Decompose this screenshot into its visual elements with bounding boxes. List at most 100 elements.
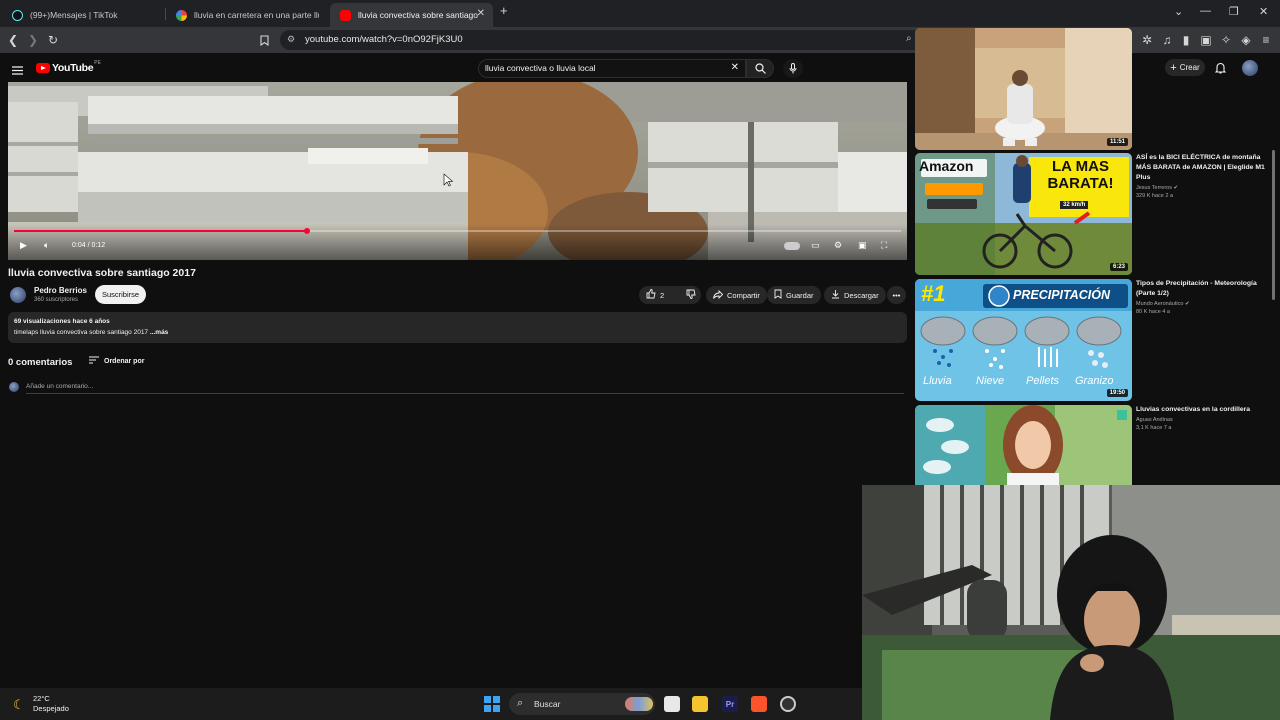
new-tab-button[interactable]: + bbox=[500, 3, 508, 18]
windows-start-icon[interactable] bbox=[484, 696, 500, 712]
tab-tiktok[interactable]: (99+)Mensajes | TikTok bbox=[2, 3, 164, 27]
duration-badge: 6:23 bbox=[1109, 263, 1128, 271]
search-icon bbox=[754, 63, 766, 74]
video-player[interactable]: ▶ 🔈︎ 0:04 / 0:12 ▭ ⚙ ▣ ⛶ bbox=[8, 82, 907, 260]
tab-google-search[interactable]: lluvia en carretera en una parte lluev bbox=[166, 3, 329, 27]
dislike-button[interactable] bbox=[679, 286, 703, 304]
account-avatar[interactable] bbox=[1242, 60, 1258, 76]
more-actions-button[interactable]: ••• bbox=[887, 286, 906, 304]
youtube-play-logo-icon bbox=[36, 63, 50, 73]
recommendation-title[interactable]: ASÍ es la BICI ELÉCTRICA de montaña MÁS … bbox=[1136, 153, 1266, 183]
recommendation-title[interactable]: Lluvias convectivas en la cordillera bbox=[1136, 405, 1266, 415]
thumbnail-label-granizo: Granizo bbox=[1075, 375, 1114, 387]
recommendation-item[interactable]: Amazon LA MAS BARATA! 32 km/h 6:23 ASÍ e… bbox=[915, 153, 1275, 275]
recommendation-thumbnail[interactable]: #1 PRECIPITACIÓN Lluvia Nieve Pellets Gr… bbox=[915, 279, 1132, 401]
recommendation-item[interactable]: Lluvias convectivas en la cordillera Agu… bbox=[915, 405, 1275, 485]
back-icon[interactable]: ❮ bbox=[5, 32, 21, 48]
moon-weather-icon[interactable]: ☾ bbox=[13, 697, 25, 713]
zoom-search-icon[interactable]: ⌕ bbox=[906, 33, 912, 44]
clear-search-icon[interactable]: ✕ bbox=[731, 62, 739, 73]
close-tab-icon[interactable]: ✕ bbox=[477, 8, 485, 19]
media-icon[interactable]: ♫ bbox=[1159, 32, 1175, 48]
obs-studio-icon[interactable] bbox=[780, 696, 796, 712]
premiere-pro-icon[interactable]: Pr bbox=[722, 696, 738, 712]
subtitles-icon[interactable]: ▭ bbox=[811, 240, 820, 251]
tab-youtube-active[interactable]: lluvia convectiva sobre santiago ✕ bbox=[330, 3, 493, 27]
settings-gear-icon[interactable]: ⚙ bbox=[834, 240, 842, 251]
bookmark-icon[interactable] bbox=[256, 32, 272, 48]
verified-check-icon: ✔ bbox=[1184, 300, 1190, 307]
autoplay-toggle[interactable] bbox=[784, 242, 800, 250]
recommendation-channel[interactable]: Jesus Terreros ✔ bbox=[1136, 185, 1266, 191]
wallet-icon[interactable]: ▣ bbox=[1198, 32, 1214, 48]
sort-comments-button[interactable]: Ordenar por bbox=[89, 356, 144, 366]
thumbnail-image bbox=[915, 405, 1132, 485]
user-avatar bbox=[9, 382, 19, 392]
sidebar-icon[interactable]: ▮ bbox=[1178, 32, 1194, 48]
tab-list-chevron-icon[interactable]: ⌄ bbox=[1174, 5, 1183, 18]
channel-avatar[interactable] bbox=[10, 287, 26, 303]
weather-temperature[interactable]: 22°C bbox=[33, 694, 50, 703]
create-button[interactable]: + Crear bbox=[1165, 59, 1205, 76]
restore-icon[interactable]: ❐ bbox=[1229, 5, 1239, 18]
progress-bar[interactable] bbox=[14, 228, 901, 234]
share-label: Compartir bbox=[727, 290, 760, 300]
extensions-icon[interactable]: ✲ bbox=[1139, 32, 1155, 48]
task-view-icon[interactable] bbox=[664, 696, 680, 712]
show-more-link[interactable]: ...más bbox=[150, 329, 168, 336]
channel-name[interactable]: Pedro Berrios bbox=[34, 286, 87, 295]
close-window-icon[interactable]: ✕ bbox=[1259, 5, 1268, 18]
forward-icon[interactable]: ❯ bbox=[25, 32, 41, 48]
download-button[interactable]: Descargar bbox=[824, 286, 886, 304]
tiktok-icon bbox=[12, 9, 23, 21]
vpn-icon[interactable]: ◈ bbox=[1238, 32, 1254, 48]
search-button[interactable] bbox=[746, 59, 774, 78]
browser-tab-strip: (99+)Mensajes | TikTok lluvia en carrete… bbox=[0, 0, 1280, 27]
voice-search-button[interactable] bbox=[783, 59, 803, 78]
save-button[interactable]: Guardar bbox=[767, 286, 821, 304]
share-button[interactable]: Compartir bbox=[706, 286, 767, 304]
recommendation-thumbnail[interactable]: 11:51 bbox=[915, 28, 1132, 150]
add-comment-input[interactable]: Añade un comentario... bbox=[26, 383, 904, 394]
leo-ai-icon[interactable]: ✧ bbox=[1218, 32, 1234, 48]
hamburger-menu-icon[interactable] bbox=[12, 62, 23, 80]
start-tile bbox=[493, 696, 500, 703]
weather-description[interactable]: Despejado bbox=[33, 704, 69, 713]
search-input[interactable]: lluvia convectiva o lluvia local ✕ bbox=[478, 59, 746, 78]
minimize-icon[interactable]: — bbox=[1200, 5, 1211, 17]
like-button[interactable]: 2 bbox=[639, 286, 671, 304]
recommendation-title[interactable]: Tipos de Precipitación - Meteorología (P… bbox=[1136, 279, 1266, 299]
notifications-bell-icon[interactable] bbox=[1214, 61, 1227, 79]
file-explorer-icon[interactable] bbox=[692, 696, 708, 712]
thumbnail-brand-text: Amazon bbox=[919, 158, 974, 174]
description-box[interactable]: 69 visualizaciones hace 6 años timelaps … bbox=[8, 312, 907, 343]
recommendation-channel[interactable]: Aguas Andinas bbox=[1136, 417, 1266, 423]
taskbar-search[interactable]: ⌕ Buscar bbox=[509, 693, 655, 715]
sort-label: Ordenar por bbox=[104, 357, 145, 365]
duration-badge: 11:51 bbox=[1106, 138, 1128, 146]
address-bar[interactable]: ⚙ youtube.com/watch?v=0nO92FjK3U0 ⌕ ▭ ▲ bbox=[280, 30, 1000, 50]
progress-scrubber[interactable] bbox=[303, 228, 310, 234]
youtube-logo[interactable]: YouTube PE bbox=[36, 60, 101, 74]
webcam-image bbox=[862, 485, 1280, 720]
reload-icon[interactable]: ↻ bbox=[45, 32, 61, 48]
brave-browser-icon[interactable] bbox=[751, 696, 767, 712]
menu-icon[interactable]: ≡ bbox=[1258, 32, 1274, 48]
subscribe-button[interactable]: Suscribirse bbox=[95, 285, 146, 304]
fullscreen-icon[interactable]: ⛶ bbox=[881, 240, 887, 251]
recommendation-item[interactable]: 11:51 bbox=[915, 28, 1275, 150]
start-tile bbox=[484, 705, 491, 712]
start-tile bbox=[484, 696, 491, 703]
recommendation-thumbnail[interactable]: Amazon LA MAS BARATA! 32 km/h 6:23 bbox=[915, 153, 1132, 275]
volume-icon[interactable]: 🔈︎ bbox=[44, 240, 49, 251]
share-arrow-icon bbox=[713, 289, 724, 301]
recommendation-thumbnail[interactable] bbox=[915, 405, 1132, 485]
sidebar-scrollbar[interactable] bbox=[1272, 150, 1275, 300]
recommendation-item[interactable]: #1 PRECIPITACIÓN Lluvia Nieve Pellets Gr… bbox=[915, 279, 1275, 401]
youtube-icon bbox=[340, 9, 351, 21]
logo-text: YouTube bbox=[52, 62, 94, 74]
site-info-icon[interactable]: ⚙ bbox=[287, 34, 295, 45]
recommendation-channel[interactable]: Mundo Aeronáutico ✔ bbox=[1136, 301, 1266, 307]
play-icon[interactable]: ▶ bbox=[20, 240, 27, 251]
miniplayer-icon[interactable]: ▣ bbox=[858, 240, 867, 251]
